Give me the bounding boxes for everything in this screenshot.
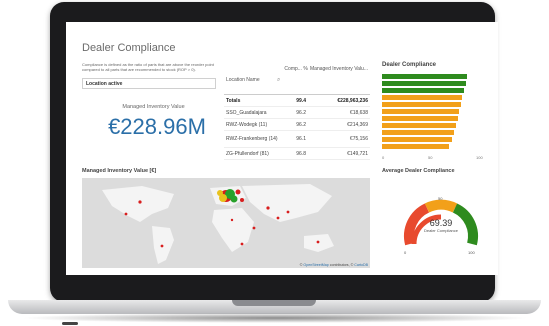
africa-shape <box>212 208 254 252</box>
marker[interactable] <box>230 218 234 222</box>
osm-link[interactable]: OpenStreetMap <box>303 263 328 267</box>
gauge-marker: 50 <box>438 196 443 201</box>
search-icon[interactable]: ⌕ <box>277 77 280 84</box>
bar[interactable] <box>382 116 458 121</box>
marker[interactable] <box>240 198 244 202</box>
header-location-label: Location Name <box>226 77 260 83</box>
laptop-shadow <box>20 313 530 323</box>
laptop-notch <box>232 300 316 306</box>
marker[interactable] <box>266 206 270 210</box>
marker[interactable] <box>138 200 142 204</box>
gauge-max: 100 <box>468 250 475 255</box>
marker[interactable] <box>316 240 320 244</box>
marker[interactable] <box>160 244 164 248</box>
table-row[interactable]: RWZ-Wodegk (11) 96.2 €214,369 <box>224 119 370 131</box>
table-header: Location Name ⌕ Comp... % Managed Invent… <box>224 66 370 95</box>
attrib-mid: contributors, © <box>329 263 354 267</box>
world-map[interactable]: © OpenStreetMap contributors, © CartoDB <box>82 178 370 268</box>
bar[interactable] <box>382 123 456 128</box>
bar[interactable] <box>382 74 467 79</box>
marker[interactable] <box>230 195 238 203</box>
compliance-table: Location Name ⌕ Comp... % Managed Invent… <box>224 66 370 160</box>
bar-chart-title: Dealer Compliance <box>382 62 437 68</box>
kpi-label: Managed Inventory Value <box>122 104 185 110</box>
axis-tick: 50 <box>428 155 433 160</box>
marker[interactable] <box>286 210 290 214</box>
marker[interactable] <box>235 189 241 195</box>
gauge-label: Dealer Compliance <box>423 228 458 233</box>
row-location: RWZ-Wodegk (11) <box>226 121 268 128</box>
bar[interactable] <box>382 130 454 135</box>
bar-chart[interactable] <box>382 74 492 154</box>
asia-shape <box>242 184 332 222</box>
laptop-foot <box>62 322 78 325</box>
header-location[interactable]: Location Name ⌕ <box>224 66 284 94</box>
map-attribution: © OpenStreetMap contributors, © CartoDB <box>300 263 368 267</box>
totals-inventory: €228,963,236 <box>337 97 368 104</box>
bar[interactable] <box>382 144 449 149</box>
continents <box>102 184 334 264</box>
map-title: Managed Inventory Value [€] <box>82 168 157 174</box>
north-america-shape <box>102 186 174 222</box>
marker[interactable] <box>124 212 128 216</box>
gauge-title: Average Dealer Compliance <box>382 168 455 174</box>
axis-tick: 100 <box>476 155 483 160</box>
bar[interactable] <box>382 81 466 86</box>
table-row[interactable]: ZG-Pfullendorf (81) 96.8 €149,721 <box>224 148 370 160</box>
marker[interactable] <box>252 226 256 230</box>
map-svg <box>102 184 334 264</box>
row-location: ZG-Pfullendorf (81) <box>226 150 269 157</box>
gauge-band-orange <box>424 199 458 213</box>
location-filter[interactable]: Location active <box>82 78 216 89</box>
row-inventory: €149,721 <box>347 150 368 157</box>
bar[interactable] <box>382 109 459 114</box>
table-row[interactable]: RWZ-Frankenberg (14) 96.1 €75,156 <box>224 131 370 148</box>
table-row[interactable]: SSO_Guadalajara 96.2 €18,638 <box>224 107 370 119</box>
bar[interactable] <box>382 102 461 107</box>
gauge-min: 0 <box>404 250 407 255</box>
totals-label: Totals <box>226 97 241 104</box>
totals-compliance: 99.4 <box>296 97 306 104</box>
row-compliance: 96.2 <box>296 121 306 128</box>
row-inventory: €75,156 <box>349 136 368 142</box>
header-compliance[interactable]: Comp... % <box>284 66 307 94</box>
row-location: RWZ-Frankenberg (14) <box>226 136 278 142</box>
marker[interactable] <box>240 242 244 246</box>
australia-shape <box>304 234 334 252</box>
marker[interactable] <box>276 216 280 220</box>
row-inventory: €18,638 <box>349 109 368 116</box>
bar[interactable] <box>382 88 464 93</box>
south-america-shape <box>152 226 174 264</box>
row-compliance: 96.8 <box>296 150 306 157</box>
row-location: SSO_Guadalajara <box>226 109 267 116</box>
app-screen: Dealer Compliance Compliance is defined … <box>66 22 498 275</box>
row-compliance: 96.2 <box>296 109 306 116</box>
row-inventory: €214,369 <box>347 121 368 128</box>
totals-row: Totals 99.4 €228,963,236 <box>224 95 370 107</box>
kpi-value: €228.96M <box>108 114 206 139</box>
bar[interactable] <box>382 137 452 142</box>
header-inventory[interactable]: Managed Inventory Valu... <box>308 66 370 94</box>
bar[interactable] <box>382 95 462 100</box>
row-compliance: 96.1 <box>296 136 306 142</box>
gauge-value: 69.39 <box>429 218 453 228</box>
cartodb-link[interactable]: CartoDB <box>354 263 368 267</box>
compliance-description: Compliance is defined as the ratio of pa… <box>82 62 214 72</box>
axis-tick: 0 <box>382 155 385 160</box>
page-title: Dealer Compliance <box>82 42 176 54</box>
marker[interactable] <box>217 190 223 196</box>
